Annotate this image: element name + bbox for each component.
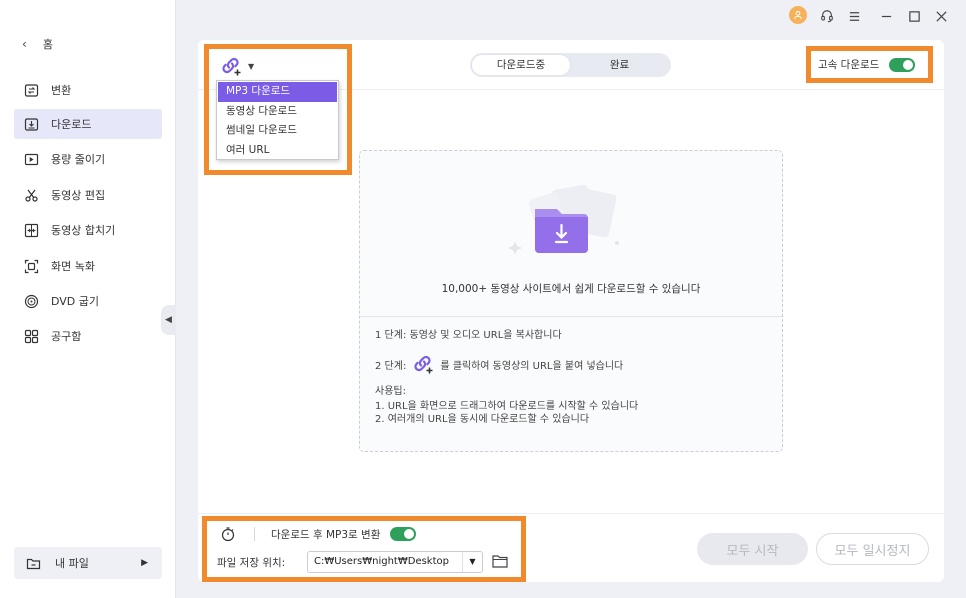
- sidebar-item-toolbox[interactable]: 공구함: [14, 321, 162, 351]
- minimize-icon: [881, 15, 891, 17]
- scissors-icon: [24, 188, 39, 203]
- my-files-button[interactable]: 내 파일 ▶: [14, 547, 162, 579]
- step-1-text: 1 단계: 동영상 및 오디오 URL을 복사합니다: [375, 330, 562, 341]
- maximize-button[interactable]: [904, 6, 924, 26]
- chevron-left-icon: ◀: [165, 315, 172, 325]
- sidebar-item-dvd[interactable]: DVD 굽기: [14, 286, 162, 316]
- sidebar-item-label: 공구함: [51, 330, 82, 343]
- step-2-prefix: 2 단계:: [375, 360, 407, 372]
- sidebar-item-label: 용량 줄이기: [51, 153, 106, 166]
- home-link[interactable]: ‹ 홈: [22, 36, 53, 52]
- support-button[interactable]: [817, 6, 837, 26]
- link-add-icon: [414, 355, 433, 374]
- convert-icon: [24, 83, 39, 98]
- sidebar-item-convert[interactable]: 변환: [14, 75, 162, 105]
- sidebar-item-screen-record[interactable]: 화면 녹화: [14, 251, 162, 281]
- sidebar-item-label: DVD 굽기: [51, 295, 100, 308]
- sidebar-item-label: 다운로드: [51, 118, 92, 131]
- highlight-box: [806, 46, 933, 83]
- disc-icon: [24, 294, 39, 309]
- sidebar-item-edit[interactable]: 동영상 편집: [14, 180, 162, 210]
- download-icon: [24, 117, 39, 132]
- divider: [198, 513, 944, 514]
- maximize-icon: [908, 10, 920, 22]
- sidebar-collapse-button[interactable]: ◀: [161, 305, 176, 335]
- highlight-box: [204, 44, 352, 175]
- sidebar-item-label: 변환: [51, 84, 72, 97]
- sidebar-item-label: 화면 녹화: [51, 260, 95, 273]
- user-icon: [794, 10, 802, 20]
- chevron-right-icon: ▶: [141, 558, 148, 568]
- toolbox-icon: [24, 329, 39, 344]
- drop-zone-headline: 10,000+ 동영상 사이트에서 쉽게 다운로드할 수 있습니다: [441, 283, 701, 295]
- sidebar-item-merge[interactable]: 동영상 합치기: [14, 215, 162, 245]
- my-files-label: 내 파일: [55, 557, 89, 570]
- step-2-row: 2 단계: 를 클릭하여 동영상의 URL을 붙여 넣습니다: [375, 353, 623, 375]
- tab-completed[interactable]: 완료: [570, 55, 669, 75]
- start-all-button[interactable]: 모두 시작: [697, 533, 808, 565]
- sidebar: ‹ 홈 변환 다운로드 용량 줄이기 동영상 편집 동영상 합치기 화면 녹화 …: [0, 0, 176, 598]
- pause-all-button[interactable]: 모두 일시정지: [816, 533, 929, 565]
- sidebar-item-label: 동영상 편집: [51, 189, 106, 202]
- chevron-left-icon: ‹: [22, 37, 27, 51]
- home-label: 홈: [42, 38, 53, 51]
- hamburger-menu-icon: [849, 11, 859, 21]
- download-tabs: 다운로드중 완료: [470, 53, 671, 77]
- compress-icon: [24, 152, 39, 167]
- download-folder-icon: [508, 184, 619, 255]
- tips-title: 사용팁:: [375, 386, 406, 397]
- screen-record-icon: [24, 259, 39, 274]
- close-button[interactable]: [931, 6, 951, 26]
- divider: [360, 316, 782, 317]
- merge-icon: [24, 223, 39, 238]
- tip-2-text: 2. 여러개의 URL을 동시에 다운로드할 수 있습니다: [375, 414, 590, 425]
- folder-icon: [26, 556, 41, 571]
- sidebar-item-download[interactable]: 다운로드: [14, 109, 162, 139]
- user-avatar[interactable]: [789, 6, 807, 24]
- step-2-suffix: 를 클릭하여 동영상의 URL을 붙여 넣습니다: [440, 360, 624, 372]
- minimize-button[interactable]: [876, 6, 896, 26]
- menu-button[interactable]: [844, 6, 864, 26]
- sidebar-item-label: 동영상 합치기: [51, 224, 116, 237]
- sidebar-item-compress[interactable]: 용량 줄이기: [14, 144, 162, 174]
- tab-downloading[interactable]: 다운로드중: [472, 55, 570, 75]
- highlight-box: [202, 516, 526, 582]
- headset-icon: [821, 10, 833, 23]
- close-icon: [935, 10, 947, 22]
